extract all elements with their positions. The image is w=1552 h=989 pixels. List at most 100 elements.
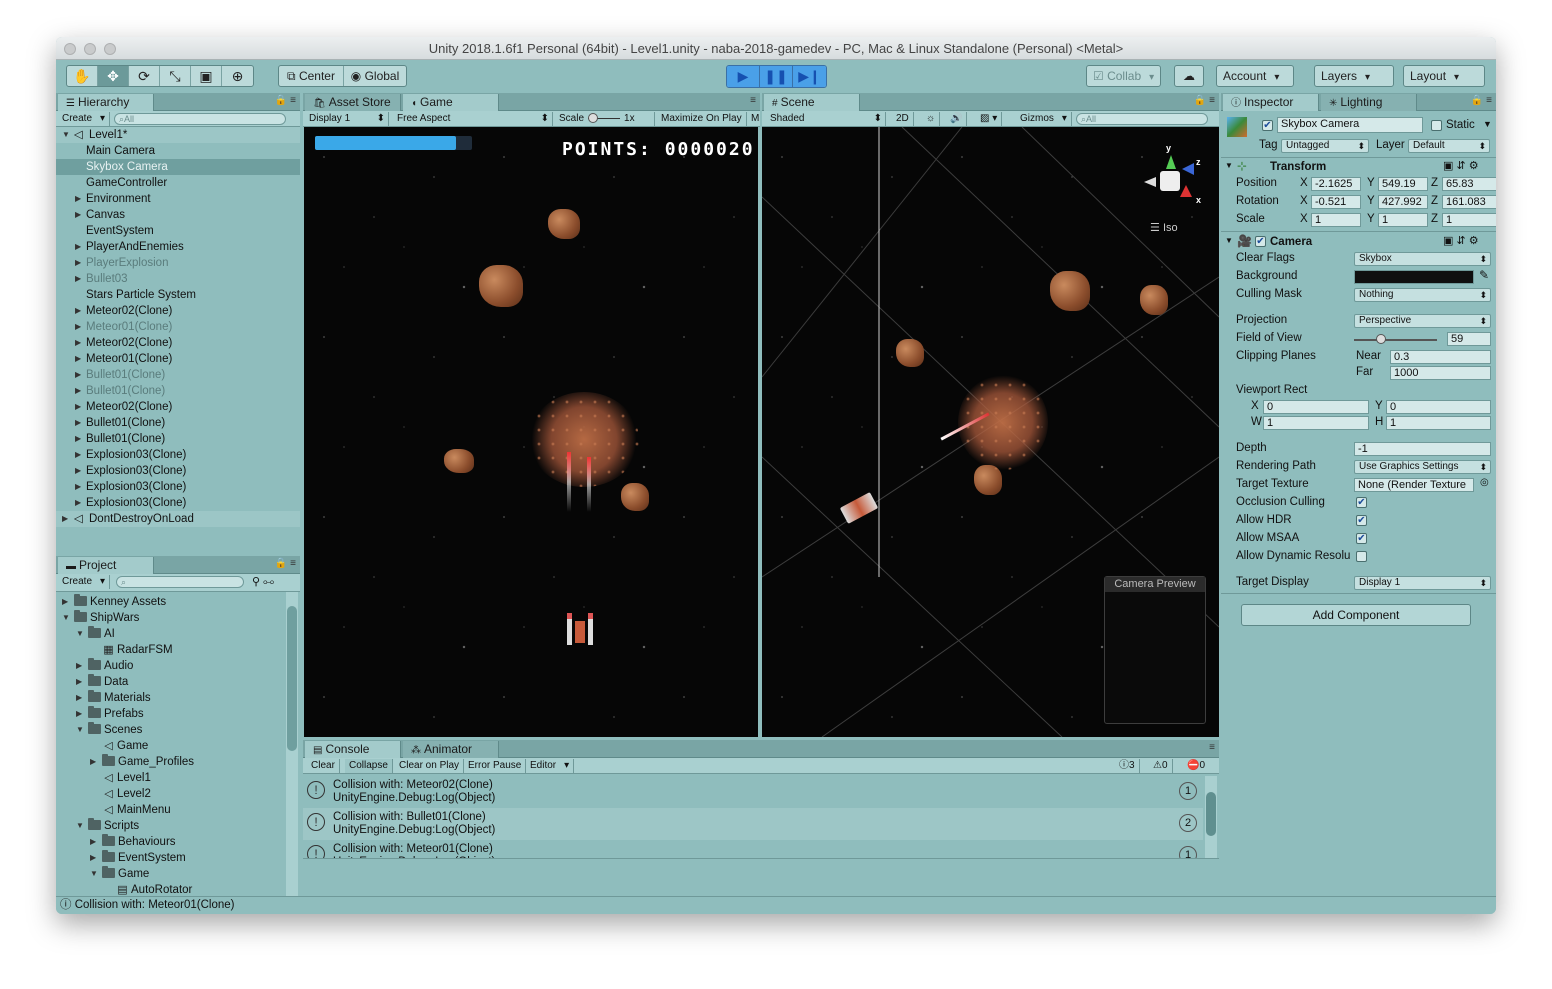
viewport-h-input[interactable]: 1: [1386, 416, 1491, 430]
lighting-toggle[interactable]: ☼: [922, 112, 941, 126]
console-clear-button[interactable]: Clear: [307, 759, 340, 773]
far-input[interactable]: 1000: [1390, 366, 1491, 380]
expand-arrow-icon[interactable]: ▶: [75, 495, 81, 511]
project-item[interactable]: ◁ MainMenu: [56, 802, 286, 818]
project-item[interactable]: ▶ Audio: [56, 658, 286, 674]
gizmo-z-cone[interactable]: [1182, 163, 1194, 175]
scene-viewport[interactable]: y z x ☰ Iso Camera Preview: [762, 127, 1219, 737]
hierarchy-item[interactable]: ▶ Explosion03(Clone): [56, 447, 300, 463]
static-dropdown-icon[interactable]: ▼: [1483, 119, 1492, 129]
expand-arrow-icon[interactable]: ▶: [75, 271, 81, 287]
tab-hierarchy[interactable]: ☰ Hierarchy: [58, 94, 154, 111]
console-scroll-thumb[interactable]: [1206, 792, 1216, 836]
play-button[interactable]: ▶: [727, 66, 760, 87]
expand-arrow-icon[interactable]: ▶: [75, 367, 81, 383]
expand-arrow-icon[interactable]: ▶: [75, 303, 81, 319]
expand-arrow-icon[interactable]: ▶: [76, 706, 82, 722]
tab-game[interactable]: ◖ Game: [403, 94, 499, 111]
camera-fold-icon[interactable]: ▼: [1225, 236, 1233, 245]
transform-scl-y-input[interactable]: 1: [1378, 213, 1428, 227]
fov-slider-track[interactable]: [1354, 334, 1437, 344]
expand-arrow-icon[interactable]: ▼: [62, 610, 70, 626]
tag-dropdown[interactable]: Untagged: [1281, 139, 1369, 153]
expand-arrow-icon[interactable]: ▼: [76, 626, 84, 642]
expand-arrow-icon[interactable]: ▼: [76, 818, 84, 834]
transform-pos-y-input[interactable]: 549.19: [1378, 177, 1428, 191]
gizmo-y-cone[interactable]: [1166, 155, 1176, 169]
expand-arrow-icon[interactable]: ▶: [75, 447, 81, 463]
expand-arrow-icon[interactable]: ▶: [75, 255, 81, 271]
project-scroll-thumb[interactable]: [287, 606, 297, 751]
fov-input[interactable]: 59: [1447, 332, 1491, 346]
scale-track[interactable]: [588, 112, 621, 123]
expand-arrow-icon[interactable]: ▶: [75, 479, 81, 495]
project-panel-menu-icon[interactable]: 🔒 ≡: [275, 558, 296, 569]
hierarchy-search-input[interactable]: ⌕All: [114, 113, 286, 125]
dontdestroy-scene-row[interactable]: ▶ ◁ DontDestroyOnLoad: [56, 511, 300, 527]
console-log-entry[interactable]: ! Collision with: Meteor02(Clone) UnityEng…: [303, 776, 1203, 808]
expand-arrow-icon[interactable]: ▶: [75, 319, 81, 335]
cloud-button[interactable]: ☁: [1174, 65, 1204, 87]
project-item[interactable]: ◁ Level1: [56, 770, 286, 786]
project-item[interactable]: ▼ ShipWars: [56, 610, 286, 626]
warn-count-toggle[interactable]: ⚠0: [1149, 759, 1173, 773]
close-window-button[interactable]: [64, 43, 76, 55]
scene-search-input[interactable]: ⌕All: [1076, 113, 1208, 125]
move-tool-icon[interactable]: ✥: [98, 66, 129, 86]
static-checkbox[interactable]: [1431, 120, 1442, 131]
transform-rot-z-input[interactable]: 161.083: [1442, 195, 1496, 209]
scale-slider[interactable]: Scale 1x: [555, 112, 655, 126]
viewport-y-input[interactable]: 0: [1386, 400, 1491, 414]
transform-tool-icon[interactable]: ⊕: [222, 66, 253, 86]
gizmos-dropdown[interactable]: Gizmos: [1016, 112, 1072, 126]
pause-button[interactable]: ❚❚: [760, 66, 793, 87]
rect-tool-icon[interactable]: ▣: [191, 66, 222, 86]
project-item[interactable]: ▶ Behaviours: [56, 834, 286, 850]
component-settings-icon[interactable]: ▣ ⇵ ⚙: [1443, 159, 1479, 172]
gameobject-name-field[interactable]: Skybox Camera: [1277, 117, 1423, 133]
pivot-global-toggle[interactable]: ◉ Global: [344, 66, 406, 86]
gizmo-x-cone[interactable]: [1180, 185, 1192, 197]
transform-pos-x-input[interactable]: -2.1625: [1311, 177, 1361, 191]
editor-dropdown[interactable]: Editor: [526, 759, 575, 773]
clear-on-play-toggle[interactable]: Clear on Play: [395, 759, 465, 773]
tab-console[interactable]: ▤ Console: [305, 741, 401, 758]
console-log-entry[interactable]: ! Collision with: Bullet01(Clone) UnityEng…: [303, 808, 1203, 840]
clear-flags-dropdown[interactable]: Skybox: [1354, 252, 1491, 266]
hierarchy-item[interactable]: ▶ Bullet01(Clone): [56, 431, 300, 447]
transform-rot-y-input[interactable]: 427.992: [1378, 195, 1428, 209]
expand-arrow-icon[interactable]: ▶: [90, 754, 96, 770]
project-scrollbar[interactable]: [286, 592, 298, 896]
expand-arrow-icon[interactable]: ▼: [90, 866, 98, 882]
project-item[interactable]: ▼ Scenes: [56, 722, 286, 738]
maximize-on-play-toggle[interactable]: Maximize On Play: [657, 112, 747, 126]
info-count-toggle[interactable]: ⓘ3: [1115, 759, 1140, 773]
aspect-dropdown[interactable]: Free Aspect ⬍: [393, 112, 553, 126]
console-scrollbar[interactable]: [1205, 776, 1217, 858]
target-texture-field[interactable]: None (Render Texture: [1354, 478, 1474, 492]
console-panel-menu-icon[interactable]: ≡: [1209, 742, 1215, 753]
step-button[interactable]: ▶❙: [793, 66, 826, 87]
hierarchy-item[interactable]: ▶ Meteor02(Clone): [56, 335, 300, 351]
expand-arrow-icon[interactable]: ▶: [62, 511, 68, 527]
hierarchy-item[interactable]: ▶ Meteor02(Clone): [56, 303, 300, 319]
hierarchy-item[interactable]: ▶ Explosion03(Clone): [56, 495, 300, 511]
hierarchy-item[interactable]: ▶ PlayerAndEnemies: [56, 239, 300, 255]
transform-scl-z-input[interactable]: 1: [1442, 213, 1496, 227]
project-item[interactable]: ▶ EventSystem: [56, 850, 286, 866]
tab-scene[interactable]: # Scene: [764, 94, 860, 111]
scene-row[interactable]: ▼ ◁ Level1*: [56, 127, 300, 143]
depth-input[interactable]: -1: [1354, 442, 1491, 456]
hierarchy-item[interactable]: ▶ Bullet01(Clone): [56, 383, 300, 399]
target-display-dropdown[interactable]: Display 1: [1354, 576, 1491, 590]
project-item[interactable]: ▶ Data: [56, 674, 286, 690]
panel-menu-icon[interactable]: 🔒 ≡: [275, 95, 296, 106]
hierarchy-item[interactable]: ▶ Bullet01(Clone): [56, 415, 300, 431]
expand-arrow-icon[interactable]: ▶: [76, 690, 82, 706]
fov-slider-thumb[interactable]: [1376, 334, 1387, 344]
error-count-toggle[interactable]: ⛔0: [1183, 759, 1209, 773]
gizmo-neg-x-cone[interactable]: [1144, 177, 1156, 187]
filter-type-icon[interactable]: ⚲ ⧟: [252, 575, 274, 590]
expand-arrow-icon[interactable]: ▼: [62, 127, 70, 143]
game-panel-menu-icon[interactable]: ≡: [750, 95, 756, 106]
